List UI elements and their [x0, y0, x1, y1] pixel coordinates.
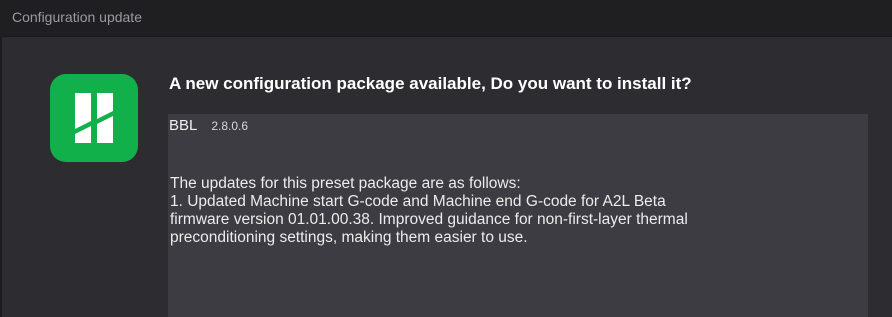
package-name: BBL — [169, 117, 198, 134]
package-version: 2.8.0.6 — [211, 119, 249, 133]
release-notes: The updates for this preset package are … — [170, 175, 860, 247]
update-heading: A new configuration package available, D… — [169, 74, 692, 93]
release-notes-line: The updates for this preset package are … — [170, 175, 521, 192]
release-notes-line: preconditioning settings, making them ea… — [170, 229, 528, 246]
app-logo-icon — [50, 74, 138, 162]
configuration-update-window: Configuration update A new configuration… — [0, 0, 892, 317]
title-bar[interactable]: Configuration update — [0, 0, 892, 37]
package-info: BBL 2.8.0.6 — [169, 117, 248, 135]
release-notes-line: firmware version 01.01.00.38. Improved g… — [170, 211, 688, 228]
release-notes-line: 1. Updated Machine start G-code and Mach… — [170, 193, 666, 210]
window-title: Configuration update — [12, 9, 142, 25]
window-edge — [0, 36, 2, 317]
